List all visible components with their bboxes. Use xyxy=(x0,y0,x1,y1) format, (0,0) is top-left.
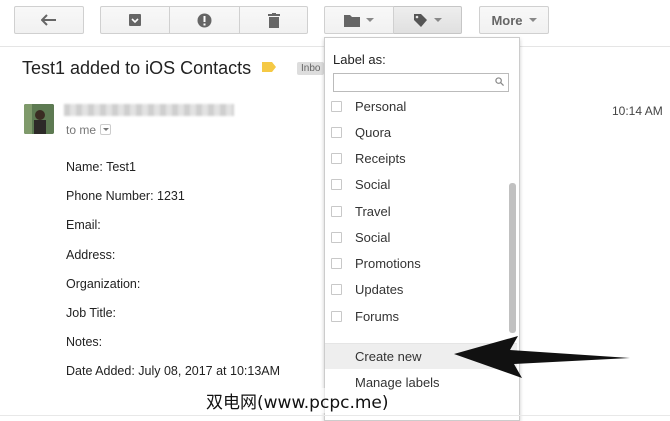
label-option-forums[interactable]: Forums xyxy=(325,305,505,331)
label-option-personal[interactable]: Personal xyxy=(325,95,505,121)
menu-title: Label as: xyxy=(333,52,386,67)
email-subject: Test1 added to iOS Contacts xyxy=(22,58,252,78)
delete-button[interactable] xyxy=(240,6,308,34)
checkbox[interactable] xyxy=(331,284,342,295)
label-option-text: Personal xyxy=(355,99,407,114)
recipient-label: to me xyxy=(66,123,97,137)
label-option-promotions[interactable]: Promotions xyxy=(325,252,505,278)
label-option-text: Quora xyxy=(355,125,392,140)
annotation-arrow-icon xyxy=(454,336,630,378)
report-spam-icon xyxy=(197,13,212,27)
label-search-input[interactable] xyxy=(333,73,509,92)
chevron-down-icon xyxy=(102,128,109,131)
label-option-text: Updates xyxy=(355,282,404,297)
label-option-social-2[interactable]: Social xyxy=(325,226,505,252)
more-button[interactable]: More xyxy=(479,6,549,34)
archive-button[interactable] xyxy=(100,6,170,34)
label-tag-icon xyxy=(414,13,427,27)
label-option-quora[interactable]: Quora xyxy=(325,121,505,147)
inbox-label-badge[interactable]: Inbo xyxy=(297,62,325,75)
checkbox[interactable] xyxy=(331,258,342,269)
label-option-travel[interactable]: Travel xyxy=(325,200,505,226)
checkbox[interactable] xyxy=(331,127,342,138)
menu-scrollbar[interactable] xyxy=(509,183,516,333)
sender-name-redacted xyxy=(64,104,234,116)
label-option-receipts[interactable]: Receipts xyxy=(325,147,505,173)
divider xyxy=(0,415,670,416)
important-label-icon[interactable] xyxy=(262,62,276,72)
label-option-updates[interactable]: Updates xyxy=(325,278,505,304)
label-option-social[interactable]: Social xyxy=(325,173,505,199)
body-line: Name: Test1 xyxy=(66,160,136,174)
body-line: Organization: xyxy=(66,277,141,291)
watermark: 双电网(www.pcpc.me) xyxy=(206,388,389,413)
trash-icon xyxy=(267,12,280,28)
avatar xyxy=(24,104,54,134)
search-icon xyxy=(495,77,504,86)
label-option-text: Social xyxy=(355,230,391,245)
back-button[interactable] xyxy=(14,6,84,34)
checkbox[interactable] xyxy=(331,311,342,322)
reply-back-icon xyxy=(41,14,56,26)
checkbox[interactable] xyxy=(331,206,342,217)
message-time: 10:14 AM xyxy=(612,104,663,118)
checkbox[interactable] xyxy=(331,101,342,112)
body-line: Phone Number: 1231 xyxy=(66,189,185,203)
chevron-down-icon xyxy=(434,18,442,22)
body-line: Job Title: xyxy=(66,306,117,320)
folder-icon xyxy=(344,14,360,27)
body-line: Notes: xyxy=(66,335,103,349)
label-option-text: Promotions xyxy=(355,256,421,271)
show-details-button[interactable] xyxy=(100,124,111,135)
chevron-down-icon xyxy=(366,18,374,22)
body-line: Date Added: July 08, 2017 at 10:13AM xyxy=(66,364,281,378)
create-new-label-text: Create new xyxy=(355,349,422,364)
move-to-button[interactable] xyxy=(324,6,394,34)
checkbox[interactable] xyxy=(331,153,342,164)
label-option-text: Forums xyxy=(355,309,400,324)
archive-icon xyxy=(129,14,141,26)
labels-button[interactable] xyxy=(394,6,462,34)
checkbox[interactable] xyxy=(331,179,342,190)
body-line: Address: xyxy=(66,248,116,262)
label-option-text: Receipts xyxy=(355,151,406,166)
chevron-down-icon xyxy=(528,18,537,22)
body-line: Email: xyxy=(66,218,101,232)
more-label: More xyxy=(491,12,523,28)
profile-photo-icon xyxy=(24,104,54,134)
checkbox[interactable] xyxy=(331,232,342,243)
label-option-text: Travel xyxy=(355,204,391,219)
label-option-text: Social xyxy=(355,177,391,192)
report-spam-button[interactable] xyxy=(170,6,240,34)
